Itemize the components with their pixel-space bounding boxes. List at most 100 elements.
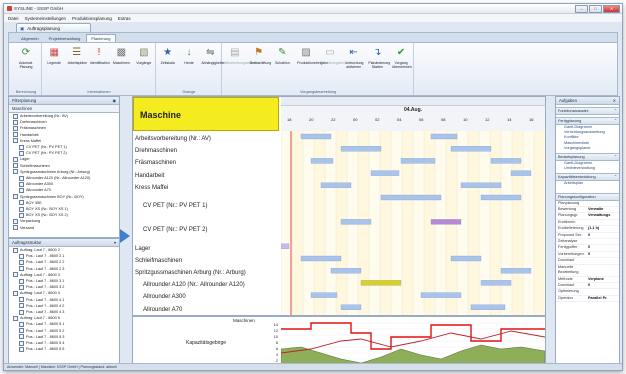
checkbox[interactable] — [19, 212, 24, 218]
ribbon-button-3-6[interactable]: ↴ Planänderung Starten — [368, 47, 390, 69]
task-link[interactable]: Umlinieverwaltung — [556, 166, 619, 171]
checkbox[interactable] — [19, 303, 24, 309]
checkbox[interactable] — [19, 253, 24, 259]
ribbon-button-1-2[interactable]: ! Identifikation — [90, 47, 110, 65]
gantt-row-label[interactable]: Lager — [133, 243, 279, 255]
gantt-grid[interactable] — [281, 131, 545, 315]
checkbox[interactable] — [13, 169, 18, 175]
checkbox[interactable] — [19, 321, 24, 327]
gantt-row-label[interactable]: Handarbeit — [133, 170, 279, 182]
checkbox[interactable] — [19, 340, 24, 346]
ribbon-button-3-7[interactable]: ✔ Vorgang übernehmen — [392, 47, 412, 69]
menu-item-extras[interactable]: Extras — [118, 16, 131, 21]
task-section-header[interactable]: Fertigplanung ⌃ — [556, 117, 619, 125]
checkbox[interactable] — [13, 132, 18, 138]
menu-item-systemeinstellungen[interactable]: Systemeinstellungen — [25, 16, 67, 21]
task-section-title: Bedarfsplanung — [558, 155, 585, 160]
checkbox[interactable] — [13, 194, 18, 200]
close-icon[interactable]: ✕ — [613, 97, 616, 104]
checkbox[interactable] — [13, 156, 18, 162]
process-icon: ▧ — [139, 47, 149, 58]
checkbox[interactable] — [19, 144, 24, 150]
ribbon-button-1-1[interactable]: ☰ Arbeitspläne — [68, 47, 87, 65]
task-section-header[interactable]: Bedarfsplanung ⌃ — [556, 153, 619, 162]
tab-projektverwaltung[interactable]: Projektverwaltung — [45, 35, 85, 42]
maximize-button[interactable]: □ — [589, 5, 602, 13]
task-link[interactable]: Arbeitsplan — [556, 181, 619, 186]
close-button[interactable]: ✕ — [603, 5, 620, 13]
ribbon-button-1-4[interactable]: ▧ Vorgänge — [135, 47, 153, 65]
gantt-bar — [470, 304, 506, 310]
checkbox[interactable] — [13, 315, 18, 321]
property-value: 0 — [588, 282, 591, 287]
checkbox[interactable] — [19, 309, 24, 315]
checkbox[interactable] — [13, 163, 18, 169]
pin-icon[interactable]: ◉ — [113, 97, 117, 104]
ribbon-button-1-3[interactable]: ▩ Maschinen — [112, 47, 130, 65]
gantt-row-label[interactable]: Spritzgussmaschinen Arburg (Nr.: Arburg) — [133, 267, 279, 279]
property-row[interactable]: Manuelle Bearbeitung — [556, 265, 619, 277]
checkbox[interactable] — [19, 328, 24, 334]
checkbox[interactable] — [19, 278, 24, 284]
ribbon-button-2-2[interactable]: ⇋ Abhängigkeiten — [201, 47, 225, 65]
checkbox[interactable] — [13, 272, 18, 278]
checkbox[interactable] — [13, 138, 18, 144]
checkbox[interactable] — [19, 284, 24, 290]
task-section-header[interactable]: Funktionsauswahl ⌃ — [556, 107, 619, 115]
minimize-button[interactable]: – — [575, 5, 588, 13]
checkbox[interactable] — [13, 218, 18, 224]
checkbox[interactable] — [19, 206, 24, 212]
ribbon-button-3-3[interactable]: ▨ Produktionsfreigabe — [297, 47, 328, 65]
checkbox[interactable] — [19, 200, 24, 206]
checkbox[interactable] — [19, 266, 24, 272]
gantt-row-label[interactable]: Kress Maffei — [133, 182, 279, 194]
menu-item-datei[interactable]: Datei — [8, 16, 19, 21]
gantt-row-label[interactable]: Allrounder A70 — [133, 304, 279, 315]
ribbon-button-3-1[interactable]: ⚑ Drehschiftung — [250, 47, 272, 65]
ribbon-button-3-4[interactable]: ▭ Fremdvorgabe — [321, 47, 344, 65]
tree-item-label: Spritzgussmaschinen Arburg (Nr.: Arburg) — [20, 169, 91, 174]
tree-item[interactable]: Versand — [11, 225, 119, 231]
ribbon-button-0-0[interactable]: ⟳ Automat. Planung — [17, 47, 35, 69]
ribbon-button-3-2[interactable]: ✎ Schablon — [273, 47, 291, 65]
gantt-row-label[interactable]: Allrounder A300 — [133, 291, 279, 303]
gantt-row-label[interactable]: CV PET (Nr.: PV PET 2) — [133, 218, 279, 242]
checkbox[interactable] — [19, 334, 24, 340]
gantt-row-label[interactable]: Allrounder A120 (Nr.: Allrounder A120) — [133, 279, 279, 291]
gantt-row-label[interactable]: Drehmaschinen — [133, 145, 279, 157]
checkbox[interactable] — [19, 346, 24, 352]
gantt-row-label[interactable]: CV PET (Nr.: PV PET 1) — [133, 194, 279, 218]
ribbon-button-1-0[interactable]: ▦ Legende — [45, 47, 63, 65]
checkbox[interactable] — [19, 187, 24, 193]
ribbon-button-3-5[interactable]: ⇤ Umbuchung aktivieren — [345, 47, 364, 69]
checkbox[interactable] — [19, 175, 24, 181]
checkbox[interactable] — [13, 247, 18, 253]
task-section-header[interactable]: Kapazitätsentwicklung ⌃ — [556, 173, 619, 182]
ribbon-button-3-0[interactable]: ▤ Bearbeitungszeitraum — [226, 47, 260, 65]
ribbon-button-2-1[interactable]: ↓ Heute — [180, 47, 198, 65]
gantt-row-label[interactable]: Fräsmaschinen — [133, 157, 279, 169]
checkbox[interactable] — [13, 125, 18, 131]
checkbox[interactable] — [13, 119, 18, 125]
task-link[interactable]: Vorgangsplaner — [556, 146, 619, 151]
dropdown-icon[interactable]: ▾ — [114, 239, 116, 246]
checkbox[interactable] — [13, 113, 18, 119]
timeline-scroll[interactable] — [281, 97, 545, 106]
menu-item-produktionsplanung[interactable]: Produktionsplanung — [72, 16, 112, 21]
expand-arrow-icon[interactable] — [120, 229, 130, 243]
gantt-row-label[interactable]: Arbeitsvorbereitung (Nr.: AV) — [133, 133, 279, 145]
checkbox[interactable] — [19, 259, 24, 265]
tab-planierung[interactable]: Planierung — [86, 34, 116, 42]
property-row[interactable]: Operator Parallel Pr. — [556, 296, 619, 303]
checkbox[interactable] — [19, 297, 24, 303]
checkbox[interactable] — [19, 181, 24, 187]
checkbox[interactable] — [19, 150, 24, 156]
gantt-row-label[interactable]: Schleifmaschinen — [133, 255, 279, 267]
capacity-tick-label: 12 — [273, 329, 278, 333]
tab-allgemein[interactable]: Allgemein — [17, 35, 43, 42]
tree-item[interactable]: Pos.: Lauf 7 - 8600 5 5 — [11, 346, 119, 352]
checkbox[interactable] — [13, 290, 18, 296]
checkbox[interactable] — [13, 225, 18, 231]
ribbon-button-2-0[interactable]: ★ Zeitskala — [159, 47, 177, 65]
ribbon: ⟳ Automat. Planung Berechnung ▦ Legende ☰ Arbe… — [8, 42, 618, 96]
